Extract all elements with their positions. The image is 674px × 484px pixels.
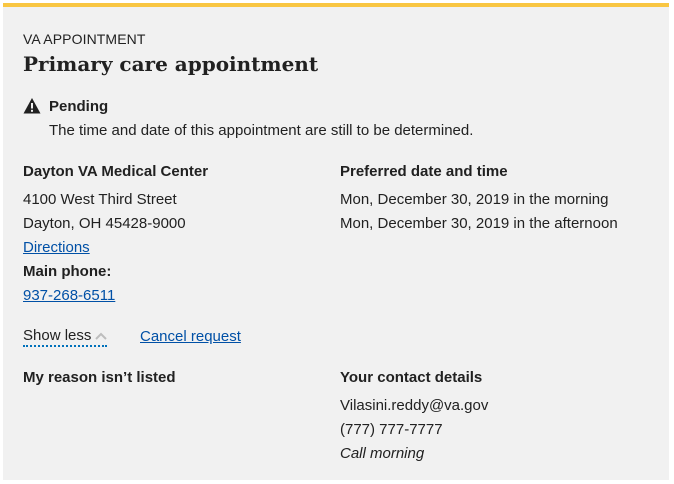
contact-phone: (777) 777-7777 [340,421,443,438]
facility-name: Dayton VA Medical Center [23,163,209,180]
appointment-title: Primary care appointment [23,52,319,76]
contact-email: Vilasini.reddy@va.gov [340,397,489,414]
cancel-request-link[interactable]: Cancel request [140,328,241,345]
facility-address-line2: Dayton, OH 45428-9000 [23,215,186,232]
chevron-up-icon [95,332,108,340]
contact-preference: Call morning [340,445,425,462]
facility-address-line1: 4100 West Third Street [23,191,177,208]
contact-details-heading: Your contact details [340,369,483,386]
status-row: Pending [23,97,108,115]
show-less-button[interactable]: Show less [23,327,108,347]
preferred-time-afternoon: Mon, December 30, 2019 in the afternoon [340,215,618,232]
directions-link[interactable]: Directions [23,239,90,256]
main-phone-link[interactable]: 937-268-6511 [23,287,115,304]
main-phone-heading: Main phone: [23,263,112,280]
status-message: The time and date of this appointment ar… [49,122,474,139]
show-less-label: Show less [23,327,92,344]
appointment-card: VA APPOINTMENT Primary care appointment … [3,3,669,480]
reason-heading: My reason isn’t listed [23,369,176,386]
warning-icon [23,98,41,114]
status-label: Pending [49,97,109,115]
preferred-time-heading: Preferred date and time [340,163,508,180]
preferred-time-morning: Mon, December 30, 2019 in the morning [340,191,609,208]
appointment-type-eyebrow: VA APPOINTMENT [23,31,146,47]
